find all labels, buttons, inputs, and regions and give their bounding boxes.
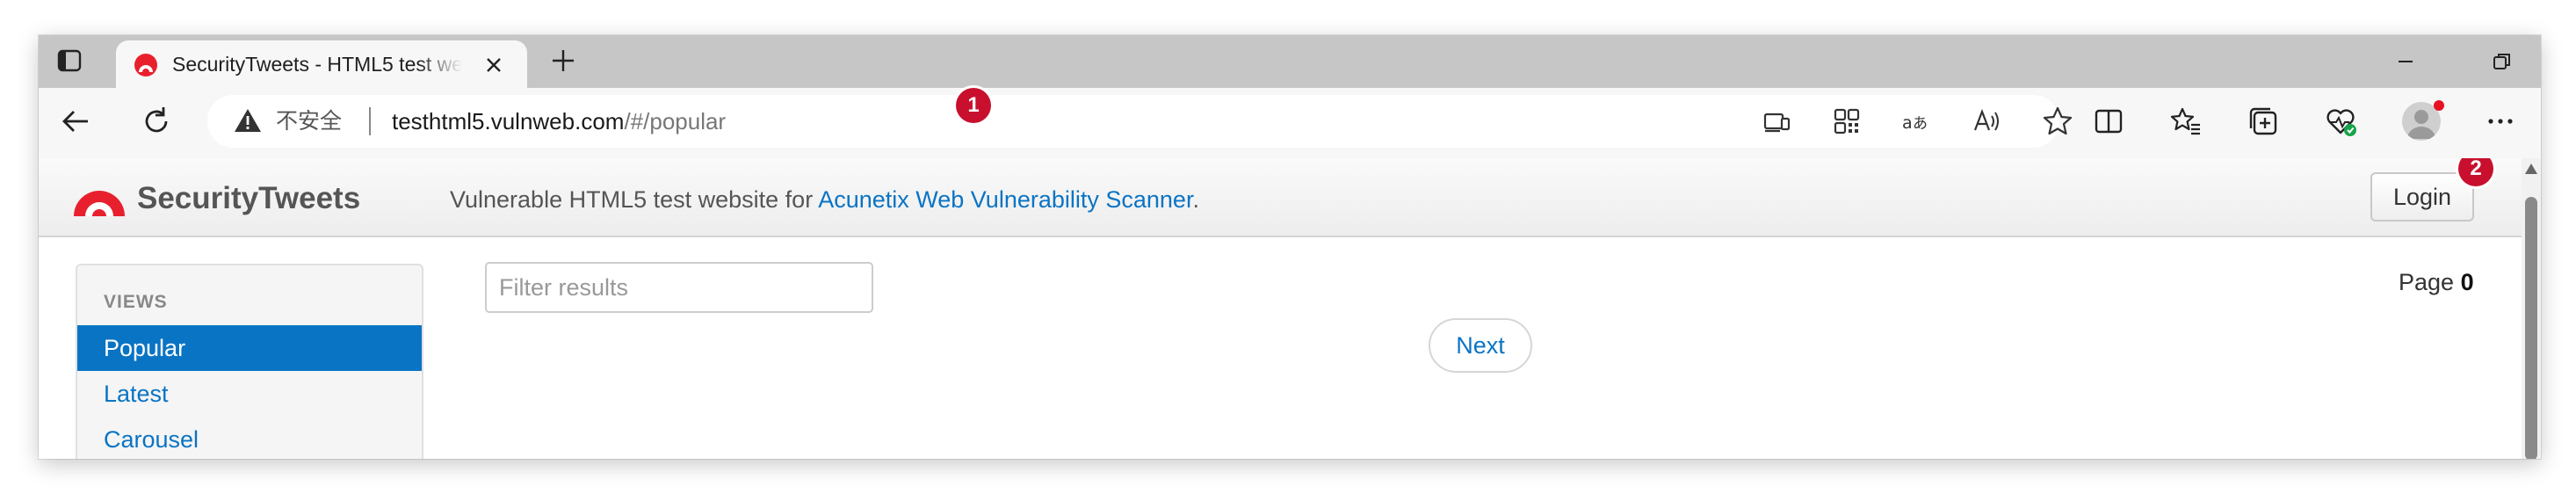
svg-text:a: a [1902, 113, 1913, 133]
warning-icon[interactable] [234, 107, 262, 134]
acunetix-link[interactable]: Acunetix Web Vulnerability Scanner [818, 186, 1192, 213]
svg-text:あ: あ [1913, 115, 1928, 133]
tab-actions-icon[interactable] [56, 47, 83, 74]
profile-status-dot [2434, 100, 2444, 111]
star-icon[interactable] [2040, 104, 2075, 139]
close-icon[interactable] [481, 53, 506, 77]
url-text[interactable]: testhtml5.vulnweb.com/#/popular [392, 108, 726, 134]
device-icon[interactable] [1759, 104, 1794, 139]
address-divider [369, 107, 371, 135]
scroll-up-arrow-icon[interactable] [2525, 163, 2537, 174]
securitytweets-logo-icon[interactable] [72, 176, 127, 218]
collections-icon[interactable] [2246, 104, 2281, 139]
apps-grid-icon[interactable] [1829, 104, 1864, 139]
page-label: Page [2399, 269, 2455, 295]
annotation-badge-1: 1 [956, 88, 991, 123]
page-number: 0 [2460, 269, 2474, 295]
views-sidebar: VIEWS Popular Latest Carousel [76, 264, 423, 459]
views-header: VIEWS [104, 292, 168, 312]
reload-icon[interactable] [139, 104, 174, 139]
restore-icon[interactable] [2490, 49, 2514, 74]
back-arrow-icon[interactable] [58, 104, 93, 139]
browser-toolbar: 不安全 testhtml5.vulnweb.com/#/popular a あ [39, 88, 2541, 158]
scrollbar-thumb[interactable] [2525, 197, 2537, 459]
page-scrollbar[interactable] [2522, 158, 2541, 459]
favorites-icon[interactable] [2168, 104, 2203, 139]
active-tab[interactable]: SecurityTweets - HTML5 test website [116, 40, 527, 88]
split-screen-icon[interactable] [2091, 104, 2126, 139]
more-dots-icon[interactable] [2483, 104, 2518, 139]
address-bar[interactable]: 不安全 testhtml5.vulnweb.com/#/popular a あ [207, 88, 2073, 148]
web-page: SecurityTweets Vulnerable HTML5 test web… [39, 158, 2522, 459]
tab-strip: SecurityTweets - HTML5 test website [39, 35, 2541, 88]
login-button[interactable]: Login [2370, 172, 2474, 222]
site-header: SecurityTweets Vulnerable HTML5 test web… [39, 158, 2522, 237]
next-button[interactable]: Next [1429, 318, 1532, 373]
translate-icon[interactable]: a あ [1899, 104, 1935, 139]
nav-item-popular[interactable]: Popular [77, 325, 422, 371]
tagline-suffix: . [1192, 186, 1199, 213]
filter-results-input[interactable] [485, 262, 873, 313]
not-secure-label[interactable]: 不安全 [276, 108, 342, 134]
heart-icon[interactable] [2323, 104, 2358, 139]
nav-item-carousel[interactable]: Carousel [77, 417, 422, 459]
url-path: /#/popular [624, 108, 727, 134]
tab-title: SecurityTweets - HTML5 test website [172, 51, 462, 77]
minimize-icon[interactable] [2393, 49, 2418, 74]
page-indicator: Page 0 [2399, 267, 2474, 297]
securitytweets-favicon [134, 54, 157, 76]
plus-icon[interactable] [550, 47, 576, 74]
site-logo-text[interactable]: SecurityTweets [137, 181, 360, 216]
site-tagline: Vulnerable HTML5 test website for Acunet… [450, 185, 1199, 214]
url-host: testhtml5.vulnweb.com [392, 108, 625, 134]
tagline-prefix: Vulnerable HTML5 test website for [450, 186, 819, 213]
read-aloud-icon[interactable] [1970, 104, 2005, 139]
nav-item-latest[interactable]: Latest [77, 371, 422, 417]
browser-window: SecurityTweets - HTML5 test website [39, 35, 2541, 459]
